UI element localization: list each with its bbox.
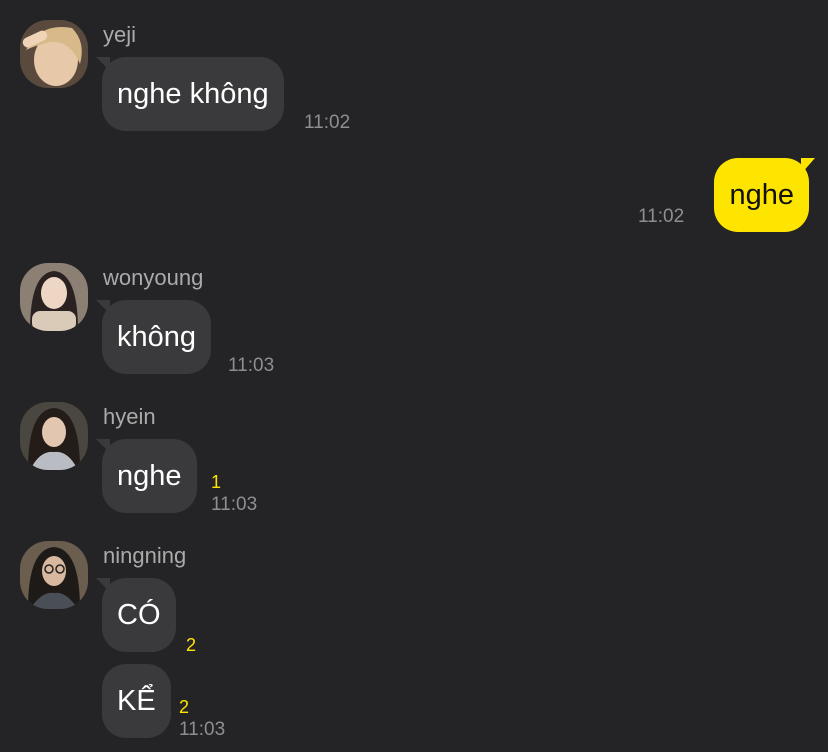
message-bubble[interactable]: nghe không bbox=[96, 57, 284, 131]
avatar-yeji[interactable] bbox=[20, 20, 88, 88]
unread-count: 2 bbox=[179, 697, 190, 717]
message-timestamp: 11:02 bbox=[304, 112, 351, 133]
message-timestamp: 11:02 bbox=[638, 206, 685, 227]
my-message-bubble[interactable]: nghe bbox=[714, 158, 815, 232]
message-text: CÓ bbox=[117, 599, 161, 631]
unread-count: 1 bbox=[211, 472, 222, 492]
sender-name: hyein bbox=[103, 404, 156, 429]
message-text: nghe bbox=[117, 460, 182, 492]
sender-name: yeji bbox=[103, 22, 137, 47]
avatar-wonyoung[interactable] bbox=[20, 263, 88, 331]
message-text: KỂ bbox=[117, 685, 156, 717]
message-timestamp: 11:03 bbox=[179, 719, 226, 740]
avatar-hyein[interactable] bbox=[20, 402, 88, 470]
message-bubble[interactable]: KỂ bbox=[102, 664, 171, 738]
message-bubble[interactable]: CÓ bbox=[96, 578, 176, 652]
avatar-ningning[interactable] bbox=[20, 541, 88, 609]
message-bubble[interactable]: không bbox=[95, 300, 212, 374]
sender-name: ningning bbox=[103, 543, 187, 568]
message-timestamp: 11:03 bbox=[211, 494, 258, 515]
message-text: nghe bbox=[729, 179, 794, 211]
message-text: không bbox=[117, 321, 197, 353]
unread-count: 2 bbox=[186, 635, 197, 655]
message-text: nghe không bbox=[117, 78, 269, 110]
sender-name: wonyoung bbox=[103, 265, 204, 290]
message-bubble[interactable]: nghe bbox=[96, 439, 197, 513]
message-timestamp: 11:03 bbox=[228, 355, 275, 376]
